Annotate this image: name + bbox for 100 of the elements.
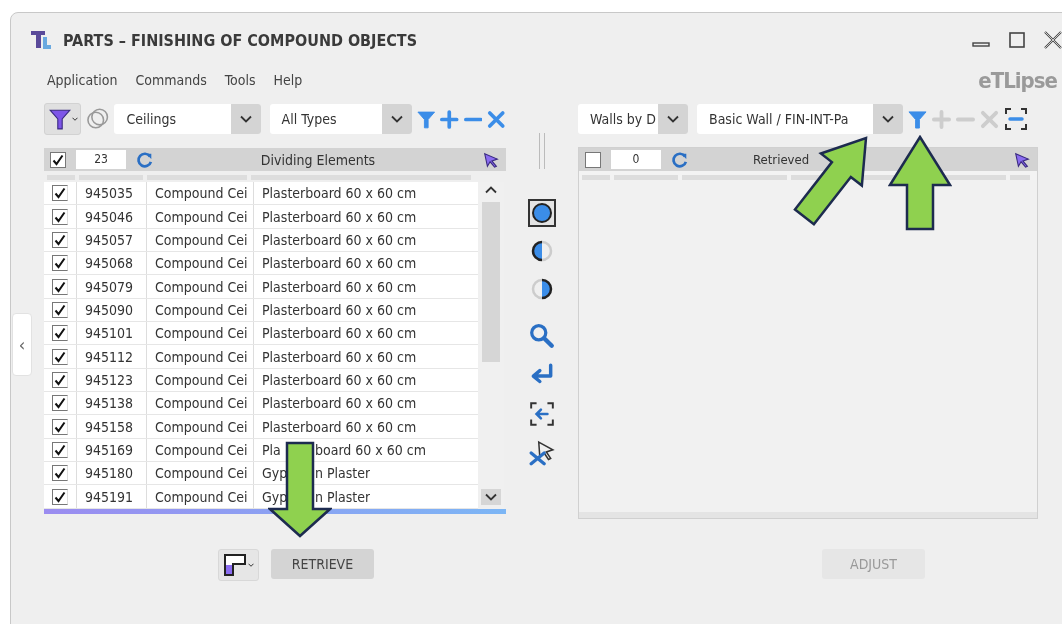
list-title: Dividing Elements xyxy=(259,151,377,168)
count-field: 0 xyxy=(611,150,661,169)
table-cell: 945101 xyxy=(77,322,147,345)
table-cell: 945112 xyxy=(77,345,147,368)
checkbox[interactable] xyxy=(52,208,68,225)
table-cell: Pla xyxy=(262,441,281,458)
plus-icon[interactable] xyxy=(440,109,459,129)
menu-item[interactable]: Tools xyxy=(224,72,256,88)
list-title: Retrieved xyxy=(752,152,811,167)
table-cell: Plasterboard 60 x 60 cm xyxy=(262,371,417,388)
app-logo-icon xyxy=(29,28,53,52)
table-cell: Plasterboard 60 x 60 cm xyxy=(262,395,417,412)
table-cell: Plasterboard 60 x 60 cm xyxy=(262,301,417,318)
caret-icon xyxy=(248,563,254,567)
table-cell: 945046 xyxy=(77,205,147,228)
table-cell: 945180 xyxy=(77,462,147,485)
table-cell: 945079 xyxy=(77,275,147,298)
maximize-icon[interactable] xyxy=(1007,30,1027,50)
checkbox[interactable] xyxy=(52,185,68,202)
checkbox[interactable] xyxy=(585,151,601,168)
checkbox[interactable] xyxy=(52,418,68,435)
collapse-tab[interactable]: ‹ xyxy=(12,313,32,376)
table-cell: 945035 xyxy=(77,182,147,205)
retrieve-button[interactable]: RETRIEVE xyxy=(271,549,374,579)
window-title: PARTS – FINISHING OF COMPOUND OBJECTS xyxy=(63,30,418,50)
table-cell: 945158 xyxy=(77,415,147,438)
checkbox[interactable] xyxy=(52,231,68,248)
menu-item[interactable]: Help xyxy=(273,72,303,88)
table-cell: Compound Cei xyxy=(147,182,254,205)
scroll-down-icon[interactable] xyxy=(485,493,497,501)
checkbox[interactable] xyxy=(52,441,68,458)
table-cell: Plasterboard 60 x 60 cm xyxy=(262,418,417,435)
cursor-cross-icon[interactable] xyxy=(529,440,555,466)
close-icon[interactable] xyxy=(1043,30,1062,50)
table-cell: Compound Cei xyxy=(147,205,254,228)
checkbox[interactable] xyxy=(52,488,68,505)
expand-icon[interactable] xyxy=(1004,107,1028,131)
filter-icon[interactable] xyxy=(416,109,436,129)
table-cell: board 60 x 60 cm xyxy=(315,441,427,458)
cursor-icon[interactable] xyxy=(482,150,500,169)
menu-item[interactable]: Application xyxy=(47,72,118,88)
checkbox[interactable] xyxy=(52,278,68,295)
table-cell: Compound Cei xyxy=(147,438,254,462)
clear-icon[interactable] xyxy=(487,109,506,129)
table-cell: Plasterboard 60 x 60 cm xyxy=(262,255,417,272)
chevron-icon xyxy=(239,115,252,123)
checkbox[interactable] xyxy=(52,395,68,412)
table-cell: n Plaster xyxy=(315,488,371,505)
type-dropdown[interactable]: All Types xyxy=(269,104,412,134)
mode-button[interactable] xyxy=(528,199,556,227)
refresh-icon[interactable] xyxy=(671,150,689,169)
category-dropdown[interactable]: Walls by D xyxy=(578,104,688,134)
checkbox[interactable] xyxy=(50,151,66,168)
table-cell: 945169 xyxy=(77,438,147,462)
table-cell: 945057 xyxy=(77,228,147,252)
table-cell: Compound Cei xyxy=(147,462,254,485)
checkbox[interactable] xyxy=(52,325,68,342)
count-field: 23 xyxy=(76,150,126,169)
checkbox[interactable] xyxy=(52,348,68,365)
table-cell: Compound Cei xyxy=(147,415,254,438)
table-cell: Gyp xyxy=(262,465,288,482)
frame-arrow-icon[interactable] xyxy=(529,401,555,427)
chevron-icon xyxy=(667,115,679,123)
table-cell: Plasterboard 60 x 60 cm xyxy=(262,208,417,225)
search-icon[interactable] xyxy=(529,323,555,349)
checkbox[interactable] xyxy=(52,371,68,388)
table-cell: Compound Cei xyxy=(147,322,254,345)
category-dropdown[interactable]: Ceilings xyxy=(114,104,261,134)
scroll-up-icon[interactable] xyxy=(485,186,497,194)
checkbox[interactable] xyxy=(52,465,68,482)
table-cell: Compound Cei xyxy=(147,298,254,322)
table-cell: Compound Cei xyxy=(147,275,254,298)
table-cell: 945068 xyxy=(77,252,147,275)
table-cell: Compound Cei xyxy=(147,368,254,392)
filter-dropdown[interactable] xyxy=(44,103,81,135)
checkbox[interactable] xyxy=(52,301,68,318)
chevron-icon xyxy=(882,115,894,123)
table-cell: Plasterboard 60 x 60 cm xyxy=(262,325,417,342)
filter-icon[interactable] xyxy=(908,109,927,129)
cursor-icon[interactable] xyxy=(1013,150,1031,169)
table-cell: Plasterboard 60 x 60 cm xyxy=(262,348,417,365)
table-cell: 945123 xyxy=(77,368,147,392)
table-cell: Compound Cei xyxy=(147,485,254,508)
layout-icon xyxy=(223,553,247,577)
layout-dropdown[interactable] xyxy=(218,549,259,581)
table-cell: Plasterboard 60 x 60 cm xyxy=(262,278,417,295)
chevron-icon xyxy=(390,115,403,123)
table-cell: 945191 xyxy=(77,485,147,508)
type-dropdown[interactable]: Basic Wall / FIN-INT-Pa xyxy=(697,104,903,134)
table-cell: Compound Cei xyxy=(147,228,254,252)
checkbox[interactable] xyxy=(52,255,68,272)
table-cell: Compound Cei xyxy=(147,252,254,275)
refresh-icon[interactable] xyxy=(136,150,154,169)
table-cell: Gyp xyxy=(262,488,288,505)
menu-item[interactable]: Commands xyxy=(135,72,207,88)
table-cell: Plasterboard 60 x 60 cm xyxy=(262,185,417,202)
table-cell: n Plaster xyxy=(315,465,371,482)
table-cell: Compound Cei xyxy=(147,392,254,415)
table-cell: 945138 xyxy=(77,392,147,415)
brand-logo: eTLipse xyxy=(978,67,1057,93)
